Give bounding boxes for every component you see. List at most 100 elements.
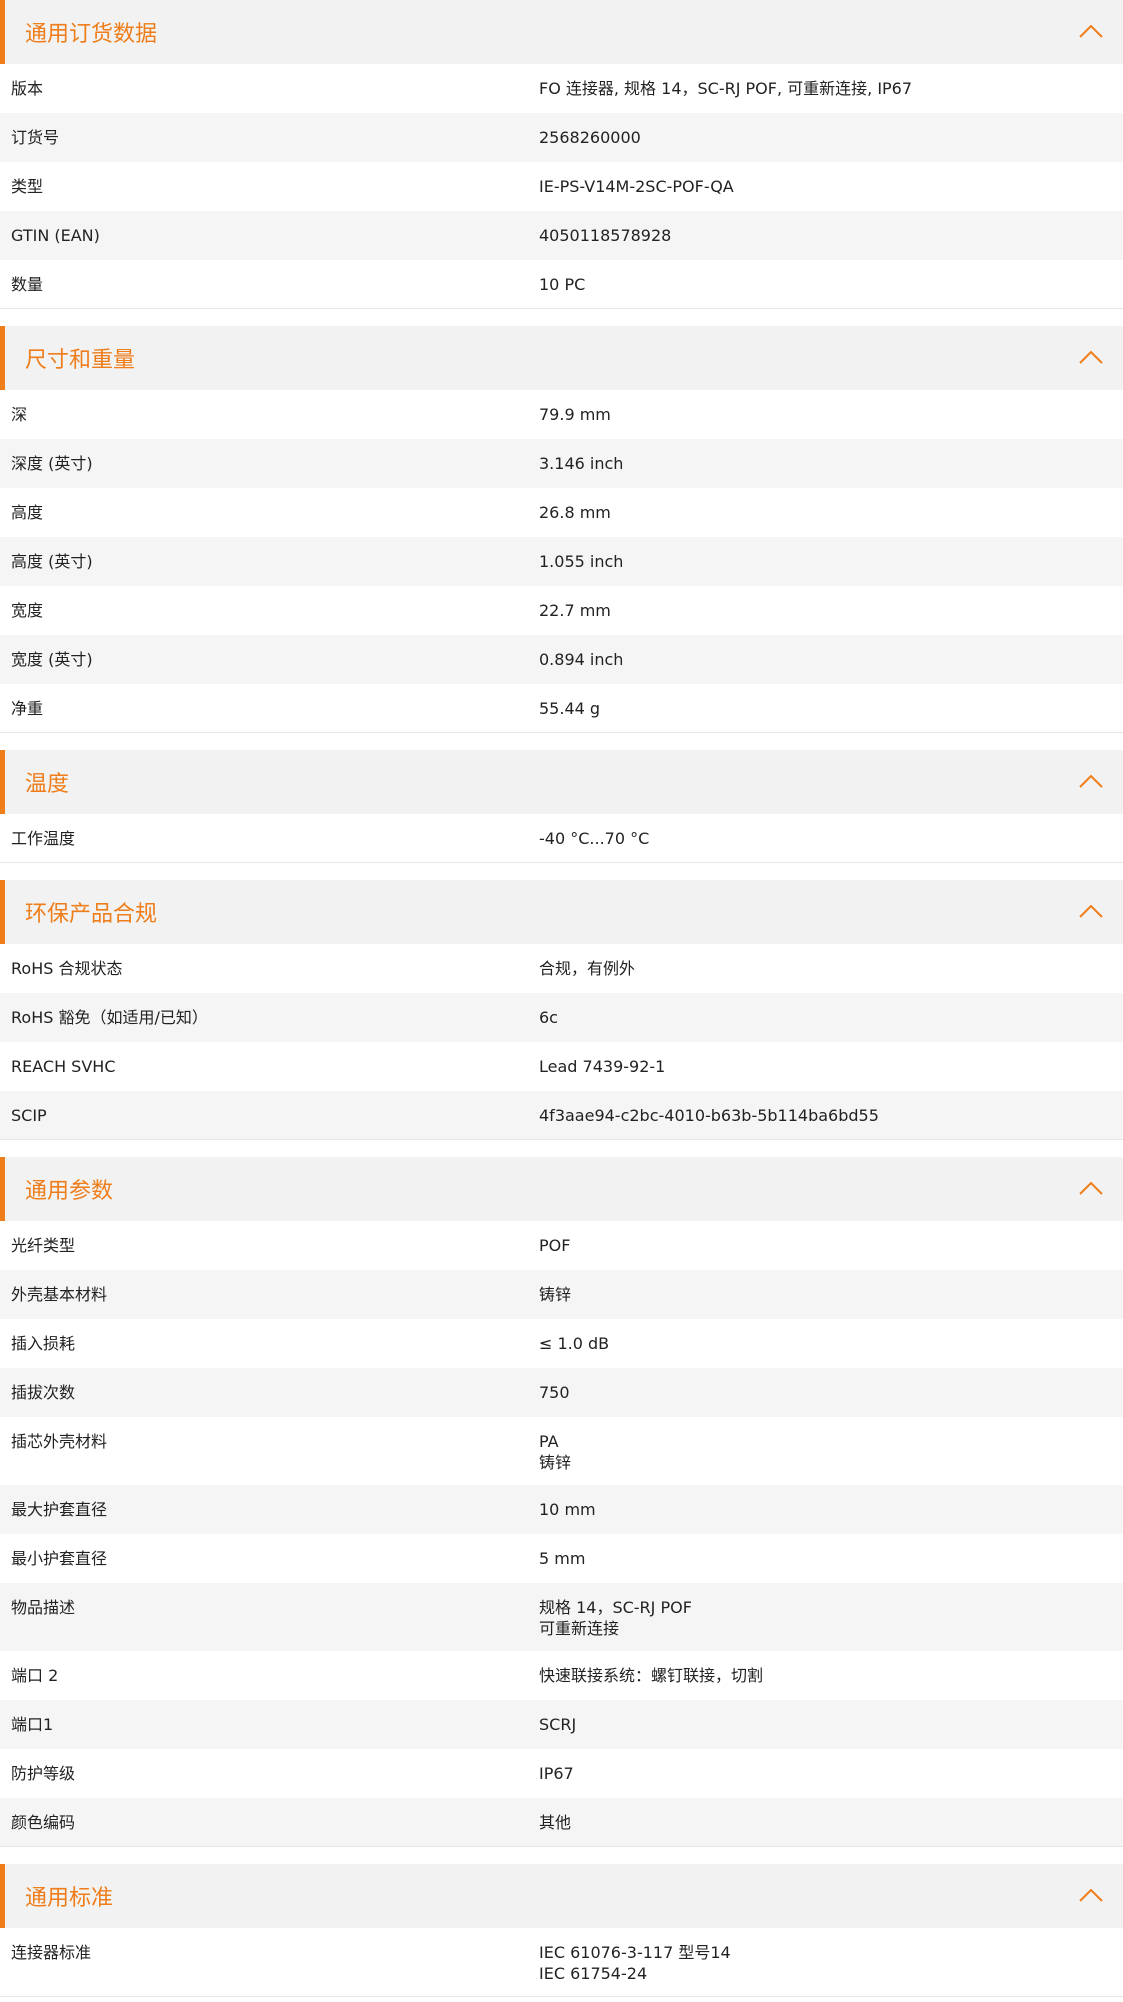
spec-row: 外壳基本材料 铸锌 xyxy=(0,1270,1123,1319)
spec-value: 合规，有例外 xyxy=(539,958,1123,981)
spec-value: 4050118578928 xyxy=(539,225,1123,248)
spec-row: 最大护套直径 10 mm xyxy=(0,1485,1123,1534)
spec-value-line: 4f3aae94-c2bc-4010-b63b-5b114ba6bd55 xyxy=(539,1106,879,1125)
spec-value-line: 750 xyxy=(539,1383,570,1402)
spec-value-line: 10 PC xyxy=(539,275,586,294)
spec-label: RoHS 合规状态 xyxy=(11,959,123,978)
spec-value: 79.9 mm xyxy=(539,404,1123,427)
spec-row: 版本 FO 连接器, 规格 14，SC-RJ POF, 可重新连接, IP67 xyxy=(0,64,1123,113)
spec-row: 插拔次数 750 xyxy=(0,1368,1123,1417)
spec-label: 净重 xyxy=(11,699,44,718)
spec-value-line: 4050118578928 xyxy=(539,226,672,245)
spec-value-line: FO 连接器, 规格 14，SC-RJ POF, 可重新连接, IP67 xyxy=(539,79,913,98)
spec-row: 颜色编码 其他 xyxy=(0,1798,1123,1847)
spec-value-line: 铸锌 xyxy=(539,1285,572,1304)
spec-section: 尺寸和重量深 79.9 mm 深度 (英寸) 3.146 inch 高度 26.8 mm 高… xyxy=(0,326,1123,733)
spec-row: 宽度 (英寸) 0.894 inch xyxy=(0,635,1123,684)
spec-value: 5 mm xyxy=(539,1548,1123,1571)
spec-label: 外壳基本材料 xyxy=(11,1285,108,1304)
spec-value: POF xyxy=(539,1235,1123,1258)
spec-label: 最小护套直径 xyxy=(11,1549,108,1568)
chevron-up-icon[interactable] xyxy=(1077,771,1105,791)
spec-row: 插芯外壳材料 PA 铸锌 xyxy=(0,1417,1123,1485)
spec-table: 深 79.9 mm 深度 (英寸) 3.146 inch 高度 26.8 mm 高度 (英寸… xyxy=(0,390,1123,733)
spec-row: 最小护套直径 5 mm xyxy=(0,1534,1123,1583)
spec-label: 颜色编码 xyxy=(11,1813,76,1832)
chevron-up-icon[interactable] xyxy=(1077,347,1105,367)
spec-value: 4f3aae94-c2bc-4010-b63b-5b114ba6bd55 xyxy=(539,1105,1123,1127)
spec-label: RoHS 豁免（如适用/已知） xyxy=(11,1008,208,1027)
spec-value: Lead 7439-92-1 xyxy=(539,1056,1123,1079)
spec-value-line: 2568260000 xyxy=(539,128,641,147)
spec-value: 铸锌 xyxy=(539,1284,1123,1307)
spec-value: IP67 xyxy=(539,1763,1123,1786)
spec-value: 10 PC xyxy=(539,274,1123,296)
spec-label: 插芯外壳材料 xyxy=(11,1432,108,1451)
spec-value-line: IEC 61754-24 xyxy=(539,1964,648,1983)
spec-label: 版本 xyxy=(11,79,44,98)
spec-row: SCIP 4f3aae94-c2bc-4010-b63b-5b114ba6bd55 xyxy=(0,1091,1123,1140)
spec-row: 高度 (英寸) 1.055 inch xyxy=(0,537,1123,586)
spec-value-line: 5 mm xyxy=(539,1549,586,1568)
section-title: 温度 xyxy=(25,772,70,797)
section-header[interactable]: 温度 xyxy=(0,750,1123,814)
spec-row: 工作温度 -40 °C...70 °C xyxy=(0,814,1123,863)
spec-value: 750 xyxy=(539,1382,1123,1405)
chevron-up-icon[interactable] xyxy=(1077,21,1105,41)
section-header[interactable]: 通用订货数据 xyxy=(0,0,1123,64)
spec-value: 6c xyxy=(539,1007,1123,1030)
spec-row: 插入损耗 ≤ 1.0 dB xyxy=(0,1319,1123,1368)
spec-label: 光纤类型 xyxy=(11,1236,76,1255)
spec-row: 净重 55.44 g xyxy=(0,684,1123,733)
spec-value: 10 mm xyxy=(539,1499,1123,1522)
section-header[interactable]: 通用标准 xyxy=(0,1864,1123,1928)
spec-section: 通用标准 连接器标准 IEC 61076-3-117 型号14 IEC 61754-2… xyxy=(0,1864,1123,1997)
spec-table: 版本 FO 连接器, 规格 14，SC-RJ POF, 可重新连接, IP67 订货… xyxy=(0,64,1123,309)
spec-row: 防护等级 IP67 xyxy=(0,1749,1123,1798)
spec-value-line: PA xyxy=(539,1432,559,1451)
spec-value-line: SCRJ xyxy=(539,1715,577,1734)
spec-value-line: IEC 61076-3-117 型号14 xyxy=(539,1943,731,1962)
spec-value: FO 连接器, 规格 14，SC-RJ POF, 可重新连接, IP67 xyxy=(539,78,1123,101)
spec-label: 插拔次数 xyxy=(11,1383,76,1402)
spec-table: 工作温度 -40 °C...70 °C xyxy=(0,814,1123,863)
section-title: 通用订货数据 xyxy=(25,22,158,47)
spec-row: 端口 2 快速联接系统：螺钉联接，切割 xyxy=(0,1651,1123,1700)
section-title: 通用参数 xyxy=(25,1179,114,1204)
spec-value: 其他 xyxy=(539,1812,1123,1834)
spec-value: 26.8 mm xyxy=(539,502,1123,525)
spec-page: 通用订货数据版本 FO 连接器, 规格 14，SC-RJ POF, 可重新连接, … xyxy=(0,0,1123,1997)
spec-row: RoHS 豁免（如适用/已知） 6c xyxy=(0,993,1123,1042)
spec-row: 数量 10 PC xyxy=(0,260,1123,309)
spec-label: 物品描述 xyxy=(11,1598,76,1617)
spec-label: SCIP xyxy=(11,1106,47,1125)
spec-value-line: 可重新连接 xyxy=(539,1619,620,1638)
chevron-up-icon[interactable] xyxy=(1077,901,1105,921)
spec-value-line: 26.8 mm xyxy=(539,503,611,522)
spec-label: REACH SVHC xyxy=(11,1057,116,1076)
spec-value-line: 6c xyxy=(539,1008,558,1027)
spec-value: IE-PS-V14M-2SC-POF-QA xyxy=(539,176,1123,199)
section-header[interactable]: 尺寸和重量 xyxy=(0,326,1123,390)
spec-label: 宽度 (英寸) xyxy=(11,650,93,669)
spec-value: 55.44 g xyxy=(539,698,1123,720)
spec-value-line: 规格 14，SC-RJ POF xyxy=(539,1598,692,1617)
section-header[interactable]: 通用参数 xyxy=(0,1157,1123,1221)
spec-label: 端口1 xyxy=(11,1715,54,1734)
spec-label: 宽度 xyxy=(11,601,44,620)
spec-value-line: -40 °C...70 °C xyxy=(539,829,650,848)
section-header[interactable]: 环保产品合规 xyxy=(0,880,1123,944)
chevron-up-icon[interactable] xyxy=(1077,1885,1105,1905)
chevron-up-icon[interactable] xyxy=(1077,1178,1105,1198)
spec-row: 深度 (英寸) 3.146 inch xyxy=(0,439,1123,488)
spec-label: 防护等级 xyxy=(11,1764,76,1783)
spec-label: 插入损耗 xyxy=(11,1334,76,1353)
spec-row: 订货号 2568260000 xyxy=(0,113,1123,162)
section-title: 环保产品合规 xyxy=(25,902,158,927)
spec-value: 3.146 inch xyxy=(539,453,1123,476)
spec-value-line: 铸锌 xyxy=(539,1453,572,1472)
spec-row: 物品描述 规格 14，SC-RJ POF 可重新连接 xyxy=(0,1583,1123,1651)
spec-value-line: 10 mm xyxy=(539,1500,596,1519)
spec-label: 高度 xyxy=(11,503,44,522)
spec-row: 连接器标准 IEC 61076-3-117 型号14 IEC 61754-24 xyxy=(0,1928,1123,1997)
